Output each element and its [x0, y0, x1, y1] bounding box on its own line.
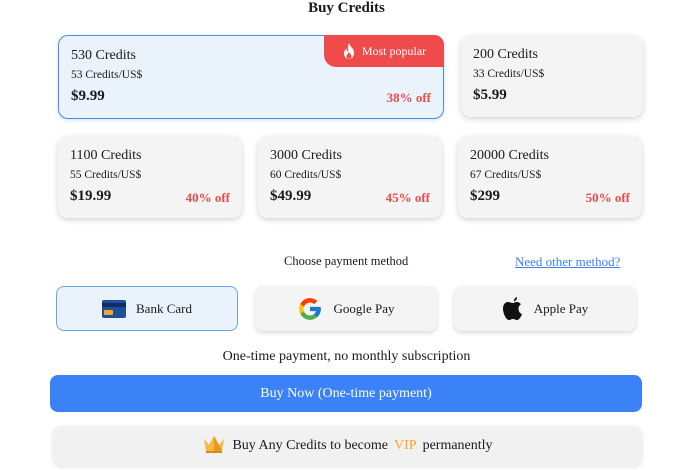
plan-price: $19.99 [70, 188, 112, 204]
plan-rate: 67 Credits/US$ [470, 169, 542, 181]
plan-discount: 50% off [585, 190, 630, 205]
other-method-link[interactable]: Need other method? [515, 254, 620, 270]
plan-discount: 40% off [185, 190, 230, 205]
plan-rate: 60 Credits/US$ [270, 169, 342, 181]
plan-card-20000[interactable]: 20000 Credits 67 Credits/US$ $299 50% of… [458, 136, 642, 218]
google-pay-label: Google Pay [333, 300, 395, 316]
plan-credits: 530 Credits [71, 48, 136, 63]
plan-rate: 33 Credits/US$ [473, 68, 545, 80]
plan-card-1100[interactable]: 1100 Credits 55 Credits/US$ $19.99 40% o… [58, 136, 242, 218]
plan-credits: 20000 Credits [470, 148, 549, 163]
plan-price: $5.99 [473, 87, 507, 103]
badge-label: Most popular [361, 43, 427, 58]
crown-icon [202, 434, 226, 459]
fire-icon [342, 42, 356, 60]
payment-note: One-time payment, no monthly subscriptio… [222, 349, 471, 364]
credit-card-icon [102, 299, 127, 318]
vip-prefix: Buy Any Credits to become [232, 438, 388, 453]
most-popular-badge: Most popular [324, 35, 444, 67]
google-pay-button[interactable]: Google Pay [255, 286, 437, 331]
page-title: Buy Credits [308, 0, 385, 16]
plan-discount: 38% off [386, 90, 431, 105]
vip-highlight: VIP [394, 438, 417, 453]
plan-price: $299 [470, 188, 500, 204]
plan-card-200[interactable]: 200 Credits 33 Credits/US$ $5.99 [461, 35, 643, 117]
apple-pay-button[interactable]: Apple Pay [454, 286, 636, 331]
apple-icon [502, 296, 524, 322]
plan-card-3000[interactable]: 3000 Credits 60 Credits/US$ $49.99 45% o… [258, 136, 442, 218]
buy-now-button[interactable]: Buy Now (One-time payment) [50, 375, 642, 412]
bank-card-button[interactable]: Bank Card [56, 286, 238, 331]
plan-card-530[interactable]: 530 Credits 53 Credits/US$ $9.99 38% off… [58, 35, 444, 119]
plan-credits: 1100 Credits [70, 148, 142, 163]
plan-price: $49.99 [270, 188, 312, 204]
plan-price: $9.99 [71, 88, 105, 104]
plan-discount: 45% off [385, 190, 430, 205]
bank-card-label: Bank Card [136, 300, 192, 316]
plan-rate: 55 Credits/US$ [70, 169, 142, 181]
vip-banner[interactable]: Buy Any Credits to become VIP permanentl… [53, 426, 642, 466]
payment-method-label: Choose payment method [284, 254, 409, 268]
apple-pay-label: Apple Pay [533, 300, 589, 316]
plan-rate: 53 Credits/US$ [71, 69, 143, 81]
vip-suffix: permanently [422, 438, 493, 453]
plan-credits: 200 Credits [473, 47, 538, 62]
plan-credits: 3000 Credits [270, 148, 342, 163]
google-icon [297, 296, 323, 322]
